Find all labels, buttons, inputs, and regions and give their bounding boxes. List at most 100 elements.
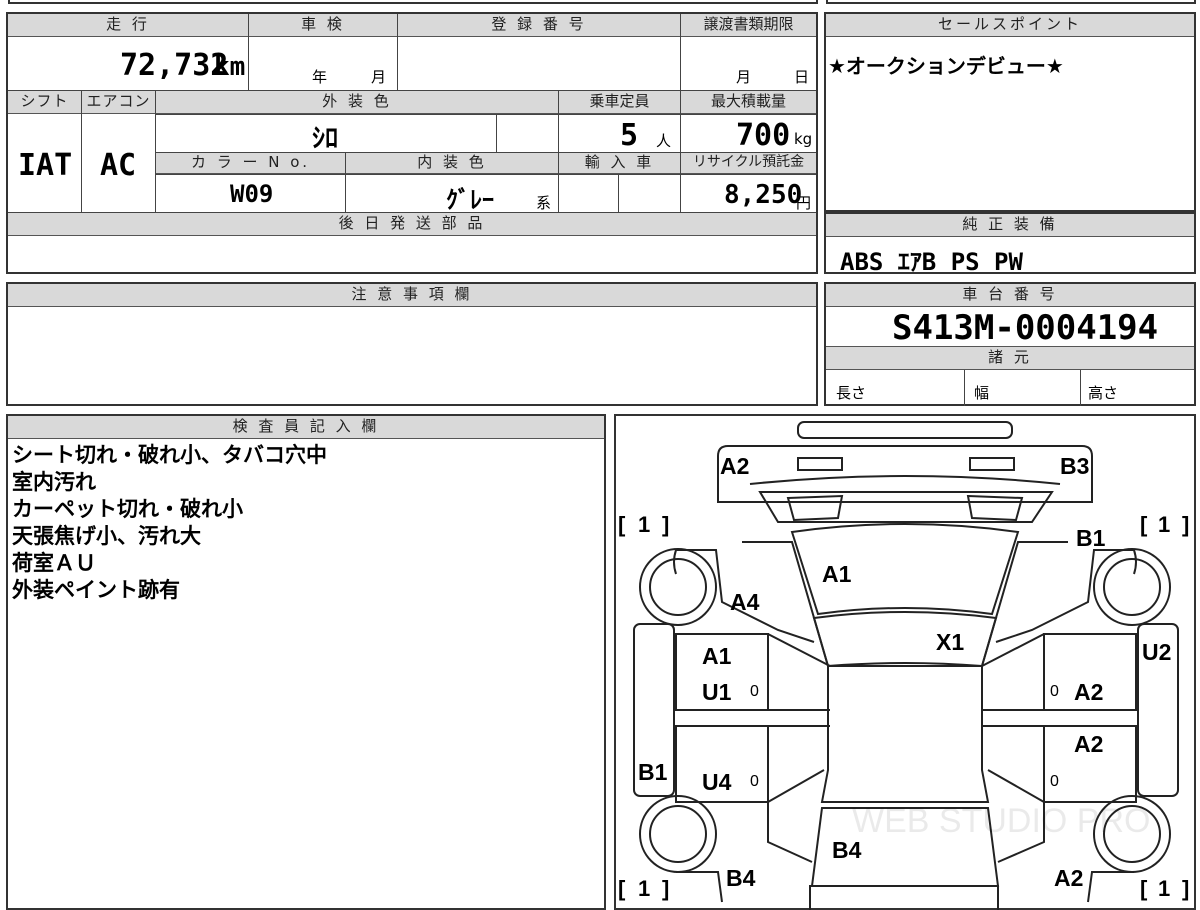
tire-rear-left-count: 1 bbox=[638, 876, 650, 901]
code-front-door-right: A2 bbox=[1074, 679, 1103, 705]
mileage-value: 72,732 bbox=[120, 48, 229, 83]
tire-rear-left-bracket-close: ] bbox=[662, 876, 669, 901]
tire-rear-right-count: 1 bbox=[1158, 876, 1170, 901]
remark-line: 外装ペイント跡有 bbox=[12, 578, 180, 602]
remark-line: 荷室ＡＵ bbox=[12, 551, 96, 575]
wheel-rear-left bbox=[639, 795, 717, 873]
code-front-left: A2 bbox=[720, 453, 749, 479]
code-rear-door-left: U4 bbox=[702, 769, 732, 795]
code-front-door-left-1: A1 bbox=[702, 643, 732, 669]
shift-header: シフト bbox=[8, 91, 81, 114]
code-windshield: A1 bbox=[822, 561, 852, 587]
fender-right-line bbox=[995, 549, 1134, 643]
notes-header: 注 意 事 項 欄 bbox=[8, 284, 816, 307]
tire-front-left-count: 1 bbox=[638, 512, 650, 537]
code-fender-right: B1 bbox=[1076, 525, 1106, 551]
wheel-front-right-inner bbox=[1103, 558, 1161, 616]
exterior-color-value: ｼﾛ bbox=[312, 124, 339, 154]
capacity-header: 乗車定員 bbox=[559, 91, 680, 114]
front-panel-shape bbox=[717, 445, 1093, 503]
transfer-month-label: 月 bbox=[736, 68, 752, 86]
capacity-unit: 人 bbox=[656, 132, 672, 150]
tire-front-right-bracket: [ bbox=[1140, 512, 1148, 537]
inspector-header: 検 査 員 記 入 欄 bbox=[8, 416, 604, 439]
zero-mark: 0 bbox=[1050, 773, 1059, 790]
code-sill-right: U2 bbox=[1142, 639, 1171, 665]
headlight-left-shape bbox=[797, 457, 843, 471]
rear-bumper-shape bbox=[809, 885, 999, 910]
inspection-header: 車 検 bbox=[249, 14, 397, 37]
car-diagram: [ 1 ] [ 1 ] [ 1 ] [ 1 ] 0 0 0 0 A2 B3 B1… bbox=[618, 421, 1189, 910]
zero-mark: 0 bbox=[750, 773, 759, 790]
exterior-color-header: 外 装 色 bbox=[156, 91, 558, 114]
watermark: WEB STUDIO PRO bbox=[852, 802, 1150, 840]
recycle-header: リサイクル預託金 bbox=[681, 153, 816, 174]
inspector-remarks: シート切れ・破れ小、タバコ穴中 室内汚れ カーペット切れ・破れ小 天張焦げ小、汚… bbox=[12, 442, 327, 604]
rear-fender-left-line bbox=[767, 802, 813, 863]
chassis-box: 車 台 番 号 S413M-0004194 諸 元 長さ 幅 高さ bbox=[824, 282, 1196, 406]
remark-line: シート切れ・破れ小、タバコ穴中 bbox=[12, 443, 327, 467]
remark-line: 天張焦げ小、汚れ大 bbox=[12, 524, 201, 548]
registration-header: 登 録 番 号 bbox=[398, 14, 680, 37]
wheel-front-left-inner bbox=[649, 558, 707, 616]
color-no-header: カ ラ ー N o. bbox=[156, 153, 345, 174]
code-front-right: B3 bbox=[1060, 453, 1089, 479]
shift-value: IAT bbox=[18, 148, 73, 183]
fender-left-curve bbox=[673, 549, 677, 575]
tire-front-right-bracket-close: ] bbox=[1182, 512, 1189, 537]
car-diagram-box: [ 1 ] [ 1 ] [ 1 ] [ 1 ] 0 0 0 0 A2 B3 B1… bbox=[614, 414, 1196, 910]
code-rear-fender-right: A2 bbox=[1054, 865, 1083, 891]
ac-header: エアコン bbox=[82, 91, 155, 114]
equipment-header: 純 正 装 備 bbox=[826, 214, 1194, 237]
wheel-rear-left-inner bbox=[649, 805, 707, 863]
transfer-day-label: 日 bbox=[794, 68, 810, 86]
wheel-front-left bbox=[639, 548, 717, 626]
remark-line: 室内汚れ bbox=[12, 470, 96, 494]
width-label: 幅 bbox=[974, 384, 990, 402]
code-rear-fender-left: B4 bbox=[726, 865, 756, 891]
headlight-right-shape bbox=[969, 457, 1015, 471]
interior-color-header: 内 装 色 bbox=[346, 153, 558, 174]
sales-point-header: セールスポイント bbox=[826, 14, 1194, 37]
mileage-header: 走 行 bbox=[8, 14, 248, 37]
code-rear-door-right: A2 bbox=[1074, 731, 1103, 757]
code-tailgate: B4 bbox=[832, 837, 862, 863]
equipment-items: ABS ｴｱB PS PW bbox=[840, 248, 1023, 276]
tire-rear-left-bracket: [ bbox=[618, 876, 626, 901]
code-roof: X1 bbox=[936, 629, 964, 655]
door-right-top-edge bbox=[981, 633, 1045, 667]
rear-quarter-right bbox=[1087, 871, 1134, 903]
recycle-unit: 円 bbox=[796, 194, 812, 212]
tire-rear-right-bracket: [ bbox=[1140, 876, 1148, 901]
door-right-bottom-edge bbox=[987, 769, 1045, 803]
transfer-deadline-header: 譲渡書類期限 bbox=[681, 14, 816, 37]
specs-header: 諸 元 bbox=[826, 346, 1194, 370]
later-parts-header: 後 日 発 送 部 品 bbox=[8, 213, 816, 236]
sales-point-box: セールスポイント ★オークションデビュー★ bbox=[824, 12, 1196, 212]
code-sill-left: B1 bbox=[638, 759, 668, 785]
mileage-unit: km bbox=[214, 52, 246, 82]
tire-front-left-bracket-close: ] bbox=[662, 512, 669, 537]
tire-front-right-count: 1 bbox=[1158, 512, 1170, 537]
max-load-value: 700 bbox=[736, 118, 791, 153]
zero-mark: 0 bbox=[1050, 683, 1059, 700]
vehicle-info-table: 走 行 車 検 登 録 番 号 譲渡書類期限 72,732 km 年 月 月 日… bbox=[6, 12, 818, 274]
grille-line bbox=[749, 475, 1061, 485]
tire-rear-right-bracket-close: ] bbox=[1182, 876, 1189, 901]
inspection-year-label: 年 bbox=[312, 68, 328, 86]
zero-mark: 0 bbox=[750, 683, 759, 700]
tire-front-left-bracket: [ bbox=[618, 512, 626, 537]
wiper-right-shape bbox=[966, 494, 1024, 522]
rear-quarter-left bbox=[676, 871, 723, 903]
front-bumper-shape bbox=[797, 421, 1013, 439]
length-label: 長さ bbox=[836, 384, 867, 402]
wiper-left-shape bbox=[786, 494, 844, 522]
top-strip bbox=[8, 0, 818, 4]
interior-color-suffix: 系 bbox=[536, 194, 552, 212]
recycle-value: 8,250 bbox=[724, 180, 803, 210]
wheel-front-right bbox=[1093, 548, 1171, 626]
max-load-header: 最大積載量 bbox=[681, 91, 816, 114]
roof-front-shape bbox=[812, 611, 998, 668]
chassis-number: S413M-0004194 bbox=[892, 308, 1159, 348]
ac-value: AC bbox=[100, 148, 137, 183]
